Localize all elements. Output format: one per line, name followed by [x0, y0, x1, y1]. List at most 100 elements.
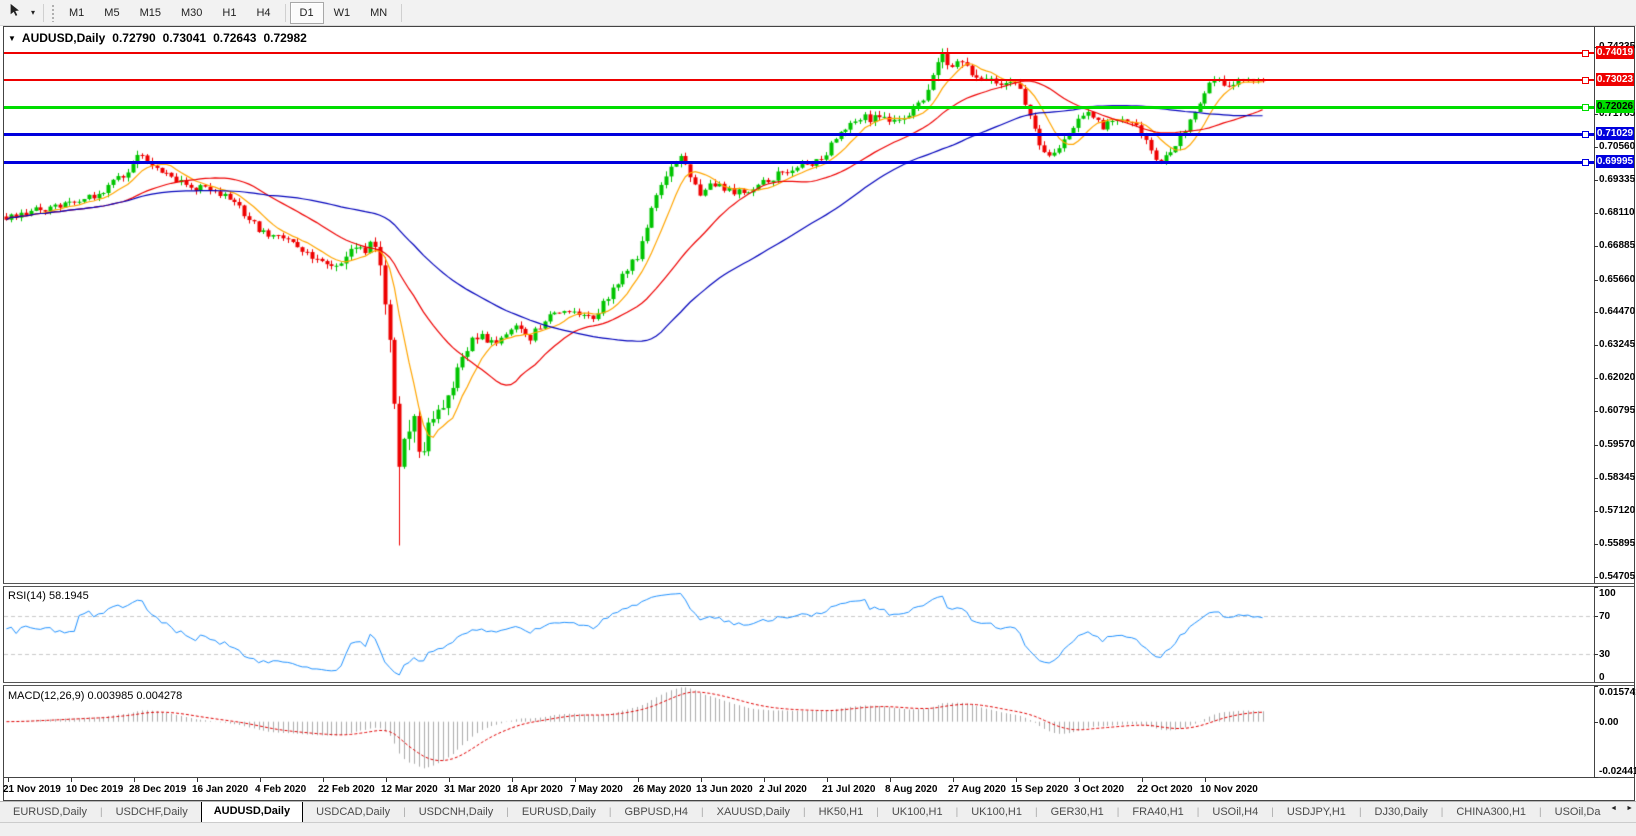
hline-0.71029[interactable]: [4, 133, 1594, 136]
rsi-axis-label: 30: [1599, 649, 1636, 660]
timeframe-button-m5[interactable]: M5: [94, 2, 129, 24]
price-axis-label: 0.64470: [1599, 306, 1636, 317]
timeframe-button-w1[interactable]: W1: [324, 2, 361, 24]
pointer-tool-button[interactable]: [3, 3, 27, 23]
price-axis-label: 0.58345: [1599, 472, 1636, 483]
price-axis-label: 0.65660: [1599, 274, 1636, 285]
date-axis-tick: [71, 778, 72, 782]
panel-divider-rsi[interactable]: [3, 583, 1634, 587]
macd-canvas[interactable]: [4, 686, 1594, 777]
date-axis-label: 16 Jan 2020: [192, 784, 248, 795]
price-axis-label: 0.57120: [1599, 505, 1636, 516]
toolbar-separator: [401, 4, 402, 22]
panel-divider-macd[interactable]: [3, 682, 1634, 686]
price-axis-tick: [1594, 511, 1598, 512]
hline-handle[interactable]: [1582, 50, 1589, 57]
price-axis-tick: [1594, 312, 1598, 313]
timeframe-button-m15[interactable]: M15: [130, 2, 171, 24]
date-axis-tick: [1079, 778, 1080, 782]
tab-scroll-right-icon[interactable]: ►: [1626, 805, 1633, 812]
price-axis-label: 0.54705: [1599, 571, 1636, 582]
chart-tab-usdcnh-daily[interactable]: USDCNH,Daily: [406, 803, 507, 823]
chart-tab-audusd-daily[interactable]: AUDUSD,Daily: [201, 801, 303, 823]
pointer-tool-dropdown-icon[interactable]: ▾: [27, 8, 39, 17]
price-axis-tick: [1594, 114, 1598, 115]
main-chart-canvas[interactable]: [4, 27, 1594, 584]
level-price-badge: 0.74019: [1596, 46, 1634, 59]
date-axis-tick: [764, 778, 765, 782]
timeframe-button-mn[interactable]: MN: [360, 2, 397, 24]
date-axis-tick: [1205, 778, 1206, 782]
top-toolbar: ▾ M1M5M15M30H1H4 D1W1MN: [0, 0, 1636, 26]
chart-tab-uk100-h1[interactable]: UK100,H1: [879, 803, 956, 823]
timeframe-button-d1[interactable]: D1: [290, 2, 324, 24]
chart-tab-xauusd-daily[interactable]: XAUUSD,Daily: [704, 803, 803, 823]
tab-scroll-left-icon[interactable]: ◄: [1610, 805, 1617, 812]
chart-tab-usoil-h4[interactable]: USOil,H4: [1199, 803, 1271, 823]
timeframe-button-m1[interactable]: M1: [59, 2, 94, 24]
date-axis-label: 27 Aug 2020: [948, 784, 1006, 795]
chart-tab-hk50-h1[interactable]: HK50,H1: [806, 803, 877, 823]
price-axis-label: 0.62020: [1599, 372, 1636, 383]
date-axis-line: [4, 777, 1634, 778]
timeframe-button-h4[interactable]: H4: [246, 2, 280, 24]
rsi-axis-label: 70: [1599, 611, 1636, 622]
date-axis-tick: [638, 778, 639, 782]
pointer-tool-icon: [8, 3, 22, 22]
chart-tab-fra40-h1[interactable]: FRA40,H1: [1119, 803, 1196, 823]
date-axis-label: 13 Jun 2020: [696, 784, 753, 795]
price-axis-tick: [1594, 246, 1598, 247]
chart-tab-ger30-h1[interactable]: GER30,H1: [1038, 803, 1117, 823]
price-axis-label: 0.60795: [1599, 405, 1636, 416]
date-axis-label: 7 May 2020: [570, 784, 623, 795]
date-axis-tick: [827, 778, 828, 782]
toolbar-separator: [43, 4, 44, 22]
date-axis-tick: [1142, 778, 1143, 782]
timeframe-button-m30[interactable]: M30: [171, 2, 212, 24]
hline-handle[interactable]: [1582, 159, 1589, 166]
hline-handle[interactable]: [1582, 77, 1589, 84]
hline-0.74019[interactable]: [4, 52, 1594, 54]
price-axis-label: 0.70560: [1599, 141, 1636, 152]
date-axis-label: 8 Aug 2020: [885, 784, 937, 795]
hline-handle[interactable]: [1582, 131, 1589, 138]
chart-collapse-icon[interactable]: ▼: [8, 34, 16, 43]
chart-tab-usoil-da[interactable]: USOil,Da: [1542, 803, 1614, 823]
hline-handle[interactable]: [1582, 104, 1589, 111]
date-axis-label: 21 Nov 2019: [3, 784, 61, 795]
timeframe-button-h1[interactable]: H1: [212, 2, 246, 24]
date-axis-label: 3 Oct 2020: [1074, 784, 1124, 795]
price-axis-tick: [1594, 445, 1598, 446]
ohlc-high: 0.73041: [163, 31, 206, 45]
toolbar-separator: [285, 4, 286, 22]
date-axis-label: 22 Oct 2020: [1137, 784, 1193, 795]
price-axis-tick: [1594, 345, 1598, 346]
chart-tab-china300-h1[interactable]: CHINA300,H1: [1443, 803, 1539, 823]
rsi-axis-tick: [1594, 654, 1598, 655]
status-bar: [0, 822, 1636, 836]
price-axis-tick: [1594, 478, 1598, 479]
date-axis-tick: [953, 778, 954, 782]
ohlc-close: 0.72982: [263, 31, 306, 45]
chart-tab-usdjpy-h1[interactable]: USDJPY,H1: [1274, 803, 1359, 823]
macd-axis-label: -0.024412: [1599, 766, 1636, 777]
chart-tab-eurusd-daily[interactable]: EURUSD,Daily: [509, 803, 609, 823]
chart-tab-usdcad-daily[interactable]: USDCAD,Daily: [303, 803, 403, 823]
hline-0.69995[interactable]: [4, 161, 1594, 164]
date-axis-tick: [323, 778, 324, 782]
chart-tab-uk100-h1[interactable]: UK100,H1: [958, 803, 1035, 823]
macd-axis-tick: [1594, 777, 1598, 778]
chart-tab-dj30-daily[interactable]: DJ30,Daily: [1362, 803, 1441, 823]
chart-tab-eurusd-daily[interactable]: EURUSD,Daily: [0, 803, 100, 823]
hline-0.72026[interactable]: [4, 106, 1594, 109]
hline-0.73023[interactable]: [4, 79, 1594, 81]
chart-tab-gbpusd-h4[interactable]: GBPUSD,H4: [611, 803, 701, 823]
rsi-canvas[interactable]: [4, 587, 1594, 682]
price-axis-tick: [1594, 180, 1598, 181]
tab-scrollers: ◄ ►: [1604, 805, 1633, 812]
date-axis-label: 15 Sep 2020: [1011, 784, 1068, 795]
chart-tab-usdchf-daily[interactable]: USDCHF,Daily: [103, 803, 201, 823]
toolbar-grip[interactable]: [51, 4, 56, 22]
date-axis-tick: [134, 778, 135, 782]
price-axis-tick: [1594, 280, 1598, 281]
